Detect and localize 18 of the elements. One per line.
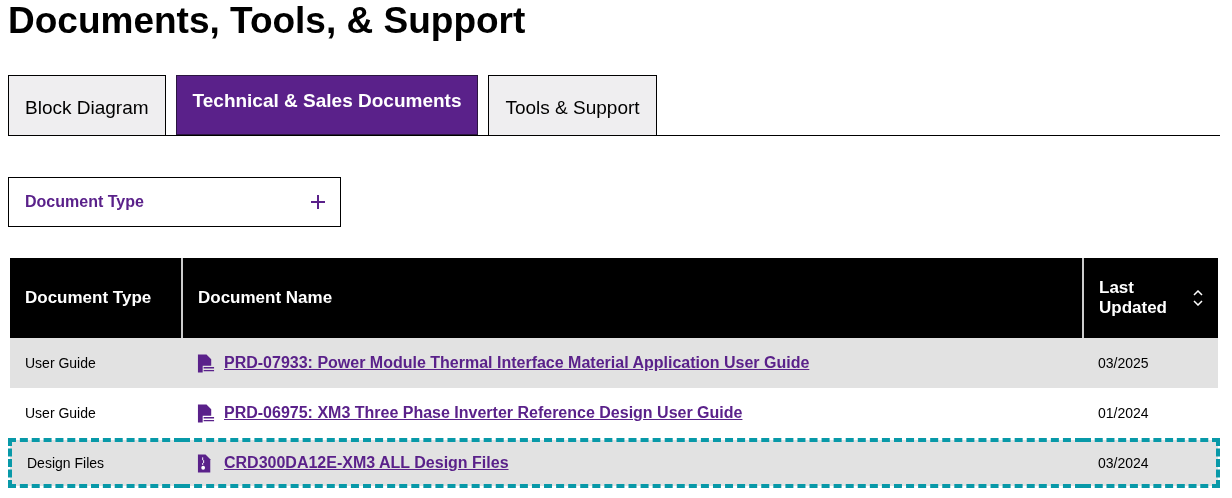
table-cell: User Guide: [10, 338, 182, 388]
column-header: Document Type: [10, 258, 182, 338]
pdf-file-icon: [197, 353, 215, 373]
table-cell: 03/2024: [1083, 440, 1218, 486]
table-cell: 01/2024: [1083, 388, 1218, 440]
table-cell: User Guide: [10, 388, 182, 440]
column-header: Document Name: [182, 258, 1083, 338]
document-link[interactable]: CRD300DA12E-XM3 ALL Design Files: [224, 454, 509, 472]
document-link[interactable]: PRD-06975: XM3 Three Phase Inverter Reference Design User Guide: [224, 404, 743, 422]
sort-icon[interactable]: [1193, 290, 1203, 306]
tab[interactable]: Technical & Sales Documents: [175, 75, 479, 135]
table-cell: Design Files: [10, 440, 182, 486]
filter-dropdown[interactable]: Document Type: [8, 177, 341, 227]
pdf-file-icon: [197, 403, 215, 423]
tab[interactable]: Tools & Support: [488, 75, 657, 136]
page-title: Documents, Tools, & Support: [8, 0, 527, 43]
table-cell: 03/2025: [1083, 338, 1218, 388]
tab[interactable]: Block Diagram: [8, 75, 166, 136]
